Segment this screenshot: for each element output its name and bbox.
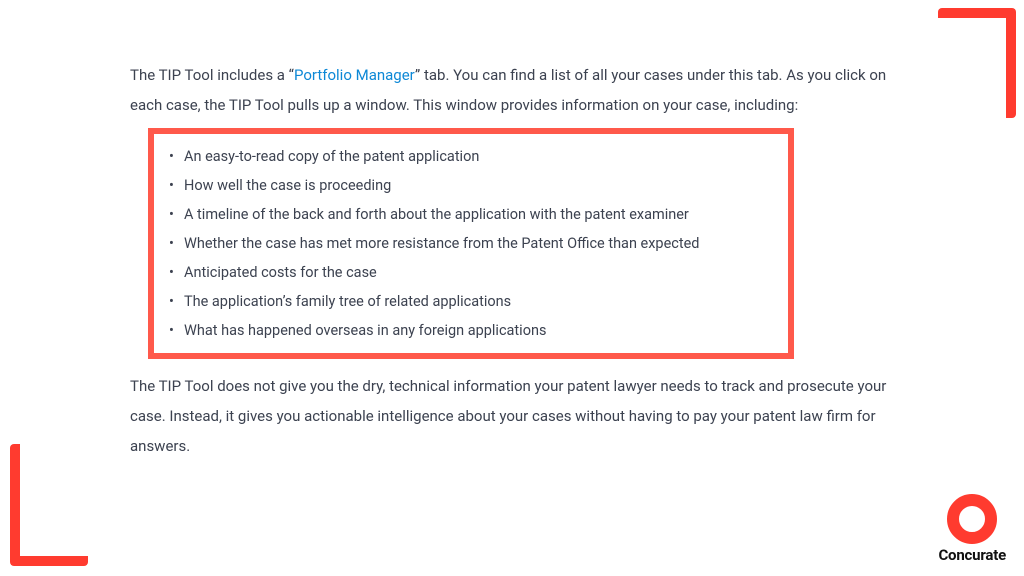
- list-item: What has happened overseas in any foreig…: [168, 316, 774, 345]
- corner-bottom-left-decoration: [10, 444, 88, 566]
- list-item: Anticipated costs for the case: [168, 258, 774, 287]
- intro-pre-text: The TIP Tool includes a “: [130, 66, 294, 84]
- brand-ring-icon: [947, 494, 997, 544]
- list-item: The application’s family tree of related…: [168, 287, 774, 316]
- brand-logo: Concurate: [938, 494, 1006, 564]
- brand-name: Concurate: [938, 546, 1006, 564]
- intro-paragraph: The TIP Tool includes a “Portfolio Manag…: [130, 60, 894, 120]
- highlighted-list-box: An easy-to-read copy of the patent appli…: [148, 128, 794, 359]
- corner-top-right-decoration: [938, 8, 1016, 118]
- document-body: The TIP Tool includes a “Portfolio Manag…: [0, 0, 1024, 491]
- list-item: How well the case is proceeding: [168, 171, 774, 200]
- list-item: Whether the case has met more resistance…: [168, 229, 774, 258]
- list-item: A timeline of the back and forth about t…: [168, 200, 774, 229]
- list-item: An easy-to-read copy of the patent appli…: [168, 142, 774, 171]
- portfolio-manager-link[interactable]: Portfolio Manager: [294, 66, 415, 84]
- outro-paragraph: The TIP Tool does not give you the dry, …: [130, 371, 894, 461]
- feature-list: An easy-to-read copy of the patent appli…: [168, 142, 774, 345]
